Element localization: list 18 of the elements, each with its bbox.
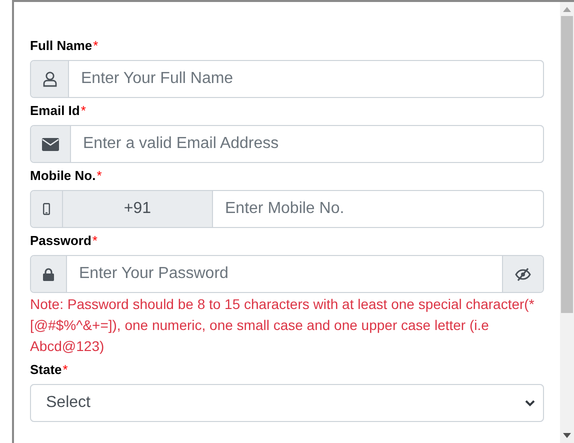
chevron-down-icon bbox=[525, 400, 535, 406]
field-label: Mobile No. bbox=[30, 167, 96, 185]
required-asterisk: * bbox=[62, 361, 68, 379]
state-select[interactable]: Select bbox=[30, 384, 544, 422]
field-label: Full Name bbox=[30, 37, 92, 55]
required-asterisk: * bbox=[80, 102, 86, 120]
select-value: Select bbox=[46, 393, 90, 413]
password-note: Note: Password should be 8 to 15 characters with at least one special character(*[@#$%^&+=]), one numeric, one small case and one upper case letter (i.e Abcd@123) bbox=[30, 295, 536, 356]
required-asterisk: * bbox=[92, 232, 98, 250]
field-label: State bbox=[30, 361, 62, 379]
scrollbar[interactable] bbox=[560, 0, 574, 443]
scroll-up-icon[interactable] bbox=[563, 6, 571, 12]
field-label: Email Id bbox=[30, 102, 80, 120]
scroll-down-icon[interactable] bbox=[563, 433, 571, 439]
field-label: Password bbox=[30, 232, 92, 250]
required-asterisk: * bbox=[96, 167, 102, 185]
required-asterisk: * bbox=[93, 37, 98, 55]
scroll-thumb[interactable] bbox=[561, 16, 573, 313]
